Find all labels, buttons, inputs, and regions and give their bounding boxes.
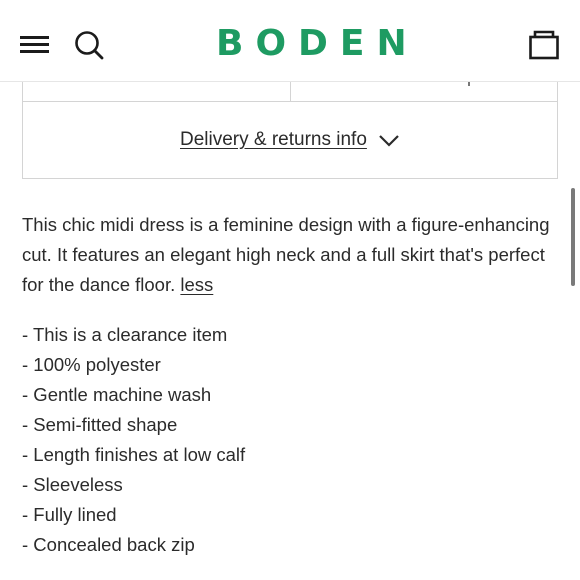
product-details-page: BODEN Delivery & returns info This chic … [0, 0, 580, 580]
show-less-link[interactable]: less [180, 274, 213, 295]
product-description: This chic midi dress is a feminine desig… [22, 210, 562, 300]
site-header: BODEN [0, 0, 580, 82]
list-item: - Semi-fitted shape [22, 414, 178, 435]
hamburger-menu-icon[interactable] [20, 33, 50, 55]
delivery-returns-link[interactable]: Delivery & returns info [180, 129, 367, 151]
list-item: - This is a clearance item [22, 324, 228, 345]
chevron-down-icon[interactable] [378, 134, 400, 148]
delivery-returns-accordion[interactable]: Delivery & returns info [22, 102, 558, 179]
shopping-bag-icon[interactable] [528, 29, 560, 61]
feature-list: - This is a clearance item - 100% polyes… [22, 320, 562, 560]
search-icon[interactable] [73, 29, 105, 61]
brand-logo[interactable]: BODEN [206, 22, 407, 66]
list-item: - 100% polyester [22, 354, 161, 375]
list-item: - Gentle machine wash [22, 384, 212, 405]
list-item: - Length finishes at low calf [22, 444, 246, 465]
list-item: - Sleeveless [22, 474, 123, 495]
description-text: This chic midi dress is a feminine desig… [22, 214, 550, 295]
list-item: - Fully lined [22, 504, 117, 525]
size-info-table-bottom [22, 82, 558, 102]
table-divider [290, 82, 291, 102]
list-item: - Concealed back zip [22, 534, 195, 555]
scrollbar-thumb[interactable] [571, 188, 575, 286]
table-text-fragment [468, 82, 470, 86]
